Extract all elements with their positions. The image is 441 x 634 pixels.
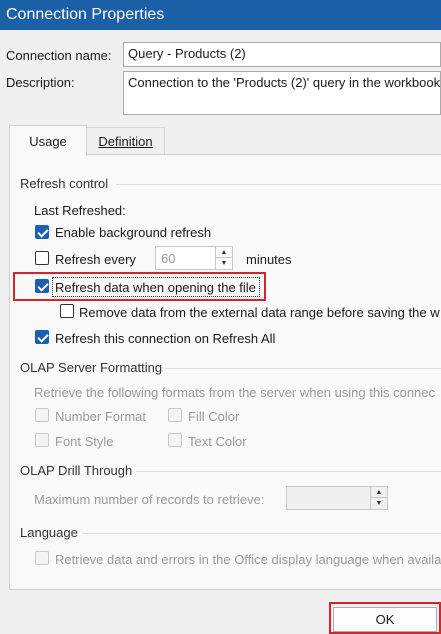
max-records-spin-buttons: ▲ ▼ — [370, 487, 387, 509]
highlight-ok-button — [329, 602, 441, 634]
refresh-interval-spinner[interactable]: 60 ▲ ▼ — [155, 246, 233, 270]
connection-name-input[interactable]: Query - Products (2) — [123, 42, 441, 67]
tab-usage[interactable]: Usage — [9, 125, 87, 156]
olap-formatting-divider — [165, 368, 441, 369]
connection-name-label: Connection name: — [6, 48, 112, 63]
olap-formatting-description: Retrieve the following formats from the … — [34, 385, 436, 400]
language-heading: Language — [20, 525, 78, 540]
background-refresh-checkbox[interactable] — [35, 225, 49, 239]
remove-data-checkbox[interactable] — [60, 304, 74, 318]
spin-down-icon[interactable]: ▼ — [216, 258, 232, 269]
tab-usage-label: Usage — [29, 133, 67, 149]
remove-data-label[interactable]: Remove data from the external data range… — [79, 305, 440, 320]
minutes-label: minutes — [246, 252, 292, 267]
fill-color-label[interactable]: Fill Color — [188, 409, 239, 424]
max-records-spinner[interactable]: ▲ ▼ — [286, 486, 388, 510]
background-refresh-label[interactable]: Enable background refresh — [55, 225, 211, 240]
highlight-refresh-on-open — [13, 272, 266, 301]
last-refreshed-label: Last Refreshed: — [34, 203, 126, 218]
tab-definition[interactable]: Definition — [87, 127, 165, 154]
olap-drill-heading: OLAP Drill Through — [20, 463, 133, 478]
refresh-all-label[interactable]: Refresh this connection on Refresh All — [55, 331, 275, 346]
spin-down-icon[interactable]: ▼ — [371, 498, 387, 509]
fill-color-checkbox[interactable] — [168, 408, 182, 422]
text-color-checkbox[interactable] — [168, 433, 182, 447]
olap-formatting-heading: OLAP Server Formatting — [20, 360, 163, 375]
refresh-control-heading: Refresh control — [20, 176, 109, 191]
refresh-every-label[interactable]: Refresh every — [55, 252, 136, 267]
spin-up-icon[interactable]: ▲ — [216, 247, 232, 258]
refresh-all-checkbox[interactable] — [35, 330, 49, 344]
office-language-label[interactable]: Retrieve data and errors in the Office d… — [55, 552, 441, 567]
description-textarea[interactable]: Connection to the 'Products (2)' query i… — [123, 71, 441, 115]
font-style-checkbox[interactable] — [35, 433, 49, 447]
number-format-checkbox[interactable] — [35, 408, 49, 422]
office-language-checkbox[interactable] — [35, 551, 49, 565]
max-records-label: Maximum number of records to retrieve: — [34, 492, 265, 507]
title-bar: Connection Properties — [0, 0, 441, 30]
tab-definition-label: Definition — [98, 133, 153, 149]
refresh-interval-value: 60 — [161, 251, 176, 266]
olap-drill-divider — [136, 471, 441, 472]
font-style-label[interactable]: Font Style — [55, 434, 114, 449]
language-divider — [82, 533, 441, 534]
window-title: Connection Properties — [6, 6, 165, 23]
text-color-label[interactable]: Text Color — [188, 434, 247, 449]
description-label: Description: — [6, 75, 75, 90]
number-format-label[interactable]: Number Format — [55, 409, 146, 424]
refresh-interval-spin-buttons: ▲ ▼ — [215, 247, 232, 269]
refresh-control-divider — [116, 184, 441, 185]
refresh-every-checkbox[interactable] — [35, 251, 49, 265]
spin-up-icon[interactable]: ▲ — [371, 487, 387, 498]
